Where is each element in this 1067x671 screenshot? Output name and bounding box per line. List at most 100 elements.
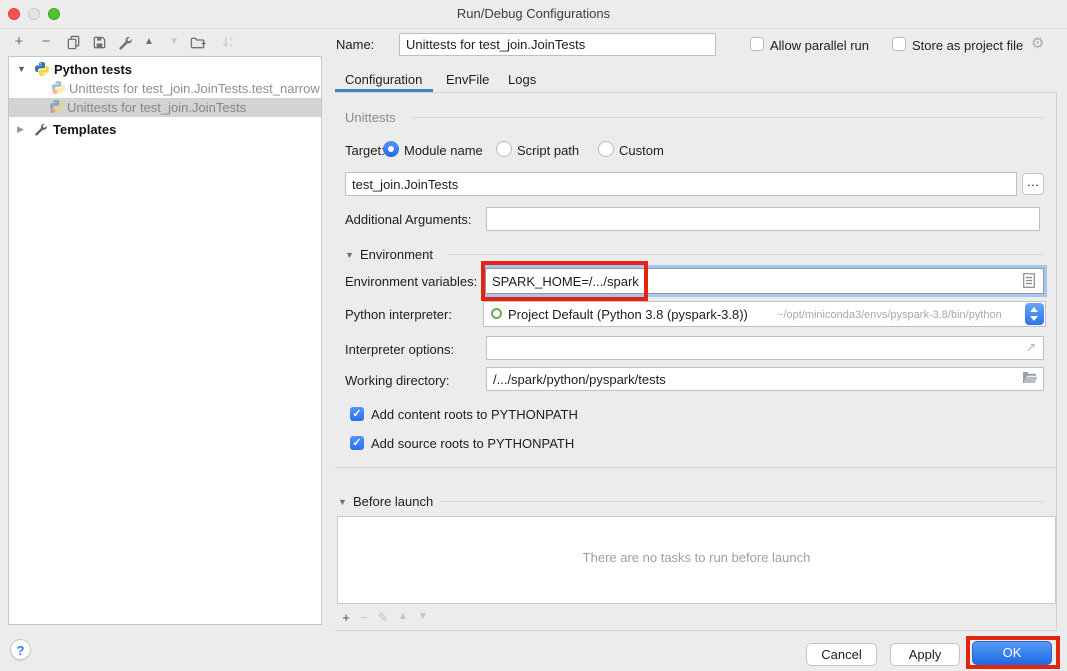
tree-item-label: Unittests for test_join.JoinTests.test_n…	[69, 79, 320, 98]
svg-text:z: z	[229, 43, 232, 49]
environment-collapse-caret[interactable]: ▼	[345, 250, 354, 260]
python-interpreter-label: Python interpreter:	[345, 307, 452, 323]
target-module-name-radio[interactable]	[383, 141, 399, 157]
unittests-section-rule	[412, 117, 1045, 118]
save-configuration-button[interactable]	[90, 33, 108, 51]
apply-button[interactable]: Apply	[890, 643, 960, 666]
sort-configurations-button: az	[219, 33, 237, 51]
target-custom-radio[interactable]	[598, 141, 614, 157]
edit-templates-button[interactable]	[115, 33, 133, 51]
expand-editor-button[interactable]: ↗	[1026, 340, 1036, 354]
tab-configuration[interactable]: Configuration	[345, 71, 422, 89]
target-script-path-radio[interactable]	[496, 141, 512, 157]
pencil-icon: ✎	[378, 610, 389, 625]
tree-item-label: Python tests	[54, 60, 132, 79]
working-directory-input[interactable]	[486, 367, 1044, 391]
wrench-icon	[117, 35, 132, 50]
environment-variables-label: Environment variables:	[345, 274, 477, 290]
target-input[interactable]	[345, 172, 1017, 196]
target-custom-label: Custom	[619, 143, 664, 159]
configuration-bottom-divider	[335, 467, 1057, 468]
expand-icon: ↗	[1026, 340, 1036, 354]
allow-parallel-run-checkbox[interactable]	[750, 37, 764, 51]
before-launch-section-rule	[440, 501, 1045, 502]
folder-icon	[1022, 371, 1038, 384]
browse-target-button[interactable]: …	[1022, 173, 1044, 195]
before-launch-empty-text: There are no tasks to run before launch	[338, 550, 1055, 565]
additional-arguments-label: Additional Arguments:	[345, 212, 471, 228]
add-content-roots-label: Add content roots to PYTHONPATH	[371, 407, 578, 423]
svg-text:a: a	[229, 36, 233, 42]
target-label: Target:	[345, 143, 385, 159]
environment-variables-input[interactable]	[485, 268, 1044, 294]
minus-icon: −	[42, 33, 51, 51]
tree-item-unittests-jointests[interactable]: Unittests for test_join.JoinTests	[9, 98, 321, 117]
settings-pane-right-border	[1056, 93, 1057, 631]
sort-alphabetically-icon: az	[221, 35, 236, 50]
move-task-up-button: ▲	[395, 611, 411, 622]
help-button[interactable]: ?	[10, 639, 31, 660]
browse-working-directory-button[interactable]	[1022, 371, 1038, 387]
move-down-icon: ▼	[418, 611, 428, 622]
save-icon	[92, 35, 107, 50]
additional-arguments-input[interactable]	[486, 207, 1040, 231]
ok-button[interactable]: OK	[972, 641, 1052, 665]
tabs-divider	[335, 92, 1057, 93]
caret-right-icon[interactable]: ▶	[17, 120, 24, 139]
before-launch-collapse-caret[interactable]: ▼	[338, 497, 347, 507]
window-title: Run/Debug Configurations	[0, 6, 1067, 21]
before-launch-section-label: Before launch	[353, 494, 433, 510]
browse-environment-variables-button[interactable]	[1023, 273, 1035, 291]
help-icon: ?	[17, 643, 25, 658]
working-directory-label: Working directory:	[345, 373, 450, 389]
remove-configuration-button[interactable]: −	[37, 33, 55, 51]
move-down-icon: ▼	[169, 33, 179, 51]
add-task-button[interactable]: +	[338, 610, 354, 625]
store-options-gear-button[interactable]: ⚙	[1031, 36, 1044, 52]
name-input[interactable]	[399, 33, 716, 56]
tab-logs[interactable]: Logs	[508, 71, 536, 89]
ellipsis-icon: …	[1027, 174, 1040, 189]
tree-item-python-tests[interactable]: ▼ Python tests	[9, 60, 321, 79]
interpreter-options-input[interactable]	[486, 336, 1044, 360]
move-up-icon: ▲	[398, 611, 408, 622]
run-debug-configurations-dialog: Run/Debug Configurations + − ▲ ▼ az ▼ Py…	[0, 0, 1067, 671]
add-source-roots-checkbox[interactable]: ✓	[350, 436, 364, 450]
tree-item-templates[interactable]: ▶ Templates	[9, 120, 321, 139]
remove-task-button: −	[356, 610, 372, 625]
conda-environment-icon	[491, 308, 502, 319]
python-interpreter-select[interactable]: Project Default (Python 3.8 (pyspark-3.8…	[483, 301, 1046, 327]
select-stepper[interactable]	[1025, 303, 1044, 325]
check-icon: ✓	[352, 408, 361, 420]
tree-item-unittests-test-narrow[interactable]: Unittests for test_join.JoinTests.test_n…	[9, 79, 321, 98]
before-launch-task-list: There are no tasks to run before launch	[337, 516, 1056, 604]
create-folder-button[interactable]	[189, 33, 207, 51]
store-as-project-file-checkbox[interactable]	[892, 37, 906, 51]
add-source-roots-label: Add source roots to PYTHONPATH	[371, 436, 574, 452]
allow-parallel-run-label: Allow parallel run	[770, 38, 869, 54]
environment-section-label: Environment	[360, 247, 433, 263]
check-icon: ✓	[352, 437, 361, 449]
python-test-icon	[51, 80, 66, 98]
move-down-button: ▼	[165, 33, 183, 51]
gear-icon: ⚙	[1031, 35, 1044, 52]
move-up-button[interactable]: ▲	[140, 33, 158, 51]
minus-icon: −	[360, 610, 368, 625]
add-configuration-button[interactable]: +	[10, 33, 28, 51]
copy-configuration-button[interactable]	[64, 33, 82, 51]
caret-down-icon[interactable]: ▼	[17, 60, 26, 79]
cancel-button[interactable]: Cancel	[806, 643, 877, 666]
target-module-name-label: Module name	[404, 143, 483, 159]
tree-item-label: Templates	[53, 120, 116, 139]
edit-task-button: ✎	[375, 610, 391, 626]
settings-pane-bottom-border	[335, 630, 1057, 631]
tab-envfile[interactable]: EnvFile	[446, 71, 489, 89]
configurations-tree: ▼ Python tests Unittests for test_join.J…	[8, 56, 322, 625]
plus-icon: +	[15, 33, 24, 51]
move-task-down-button: ▼	[415, 611, 431, 622]
add-content-roots-checkbox[interactable]: ✓	[350, 407, 364, 421]
copy-icon	[66, 35, 81, 50]
unittests-section-label: Unittests	[345, 110, 396, 126]
name-label: Name:	[336, 37, 374, 53]
wrench-icon	[33, 122, 47, 139]
